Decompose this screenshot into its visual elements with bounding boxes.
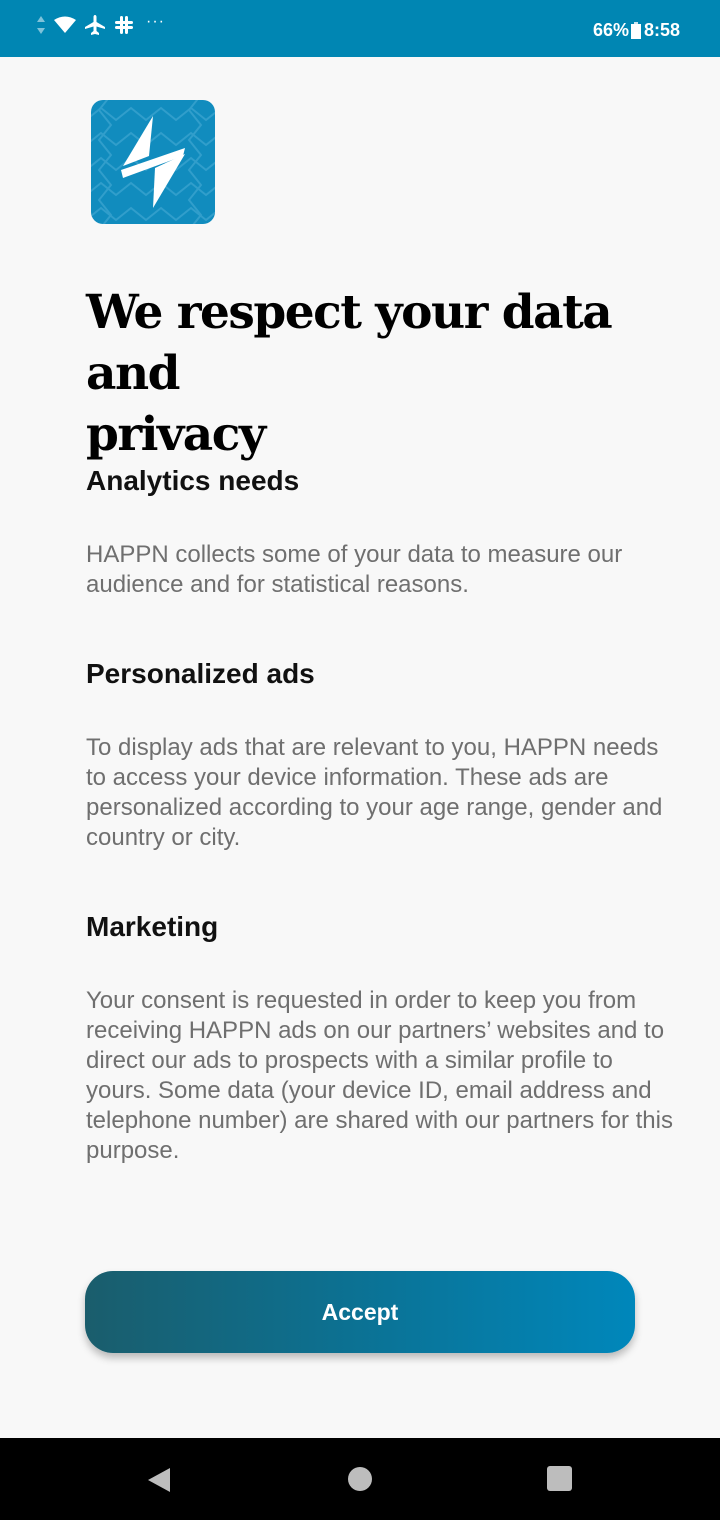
home-icon[interactable] xyxy=(347,1466,373,1497)
section-body-marketing: Your consent is requested in order to ke… xyxy=(86,987,673,1164)
status-right: 66% 8:58 xyxy=(593,20,680,41)
section-title-analytics: Analytics needs xyxy=(86,465,300,496)
page-title-line-1: We respect your data and xyxy=(86,285,613,401)
page-title-line-2: privacy xyxy=(86,407,266,462)
section-title-personalized-ads: Personalized ads xyxy=(86,658,315,689)
section-body-personalized-ads: To display ads that are relevant to you,… xyxy=(86,734,663,851)
clock: 8:58 xyxy=(643,20,680,40)
battery-percent: 66% xyxy=(592,20,629,40)
battery-icon xyxy=(630,22,641,39)
recents-icon[interactable] xyxy=(547,1466,572,1496)
page-title: We respect your data and privacy xyxy=(86,282,666,465)
section-title-marketing: Marketing xyxy=(86,911,219,942)
status-icons: ··· xyxy=(36,13,165,36)
system-nav-bar xyxy=(0,1438,720,1520)
wifi-icon xyxy=(54,16,76,34)
happn-lightning-logo-icon xyxy=(91,100,215,224)
more-notifications-indicator: ··· xyxy=(146,13,165,30)
status-bar: ··· 66% 8:58 xyxy=(0,0,720,57)
back-icon[interactable] xyxy=(146,1466,172,1499)
slack-icon xyxy=(114,15,134,35)
data-arrows-icon xyxy=(36,14,46,36)
airplane-mode-icon xyxy=(84,14,106,36)
accept-button[interactable]: Accept xyxy=(85,1271,635,1353)
section-body-analytics: HAPPN collects some of your data to meas… xyxy=(86,541,623,598)
